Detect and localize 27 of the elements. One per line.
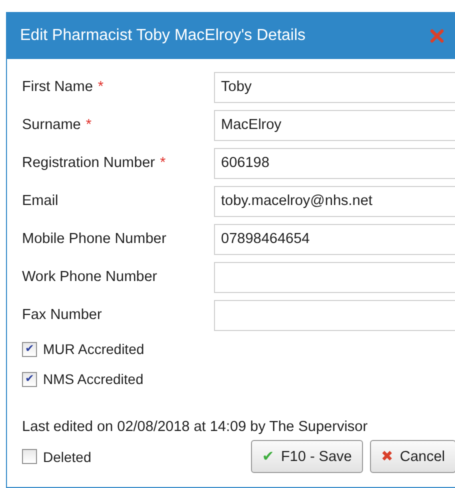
last-edited-text: Last edited on 02/08/2018 at 14:09 by The Supervisor (22, 419, 369, 435)
field-label: Mobile Phone Number (22, 231, 168, 247)
field-label: First Name * (22, 79, 105, 95)
input-field[interactable] (214, 300, 455, 330)
input-field[interactable] (214, 262, 455, 292)
field-label: Email (22, 193, 60, 209)
checkbox[interactable]: ✔ (22, 372, 37, 386)
input-field[interactable]: 606198 (214, 148, 455, 178)
field-label: Fax Number (22, 307, 103, 323)
field-label: Surname * (22, 117, 92, 133)
checkbox-label: MUR Accredited (43, 341, 144, 357)
field-label: Work Phone Number (22, 269, 158, 285)
checkbox-label: NMS Accredited (43, 371, 144, 387)
input-field[interactable]: toby.macelroy@nhs.net (214, 186, 455, 216)
window-title: Edit Pharmacist Toby MacElroy's Details (20, 27, 306, 45)
close-icon: ✖ (380, 448, 394, 465)
checkbox[interactable]: ✔ (22, 342, 37, 356)
checkmark-icon: ✔ (262, 448, 275, 465)
input-field[interactable]: 07898464654 (214, 224, 455, 254)
cancel-button[interactable]: ✖ Cancel (370, 440, 455, 473)
input-field[interactable]: MacElroy (214, 110, 455, 140)
save-button[interactable]: ✔ F10 - Save (250, 440, 363, 473)
close-icon[interactable] (430, 29, 444, 43)
input-field[interactable]: Toby (214, 72, 455, 102)
checkbox-label: Deleted (43, 448, 92, 464)
checkbox[interactable] (22, 449, 37, 464)
field-label: Registration Number * (22, 155, 167, 171)
